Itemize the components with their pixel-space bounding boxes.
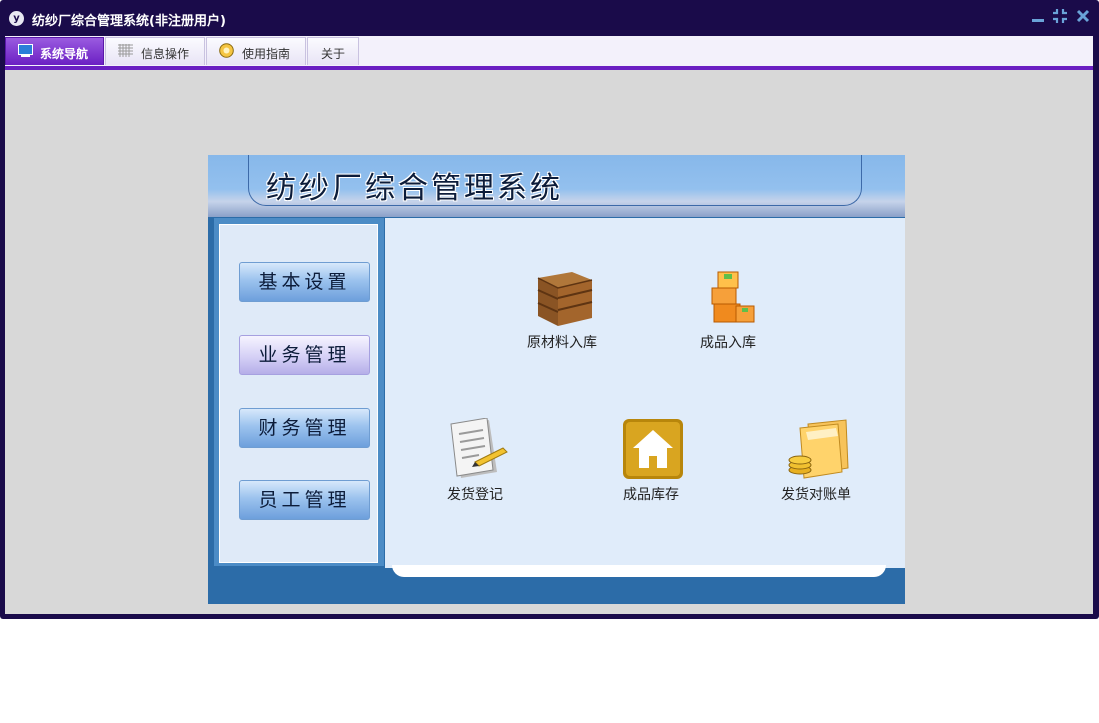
tab-user-guide[interactable]: 使用指南 — [206, 37, 306, 65]
sidebar-item-business-management[interactable]: 业务管理 — [239, 335, 370, 375]
close-icon — [1076, 9, 1090, 23]
item-label: 成品库存 — [623, 487, 679, 503]
tab-label: 关于 — [321, 47, 346, 61]
tab-label: 信息操作 — [141, 47, 190, 61]
sidebar: 基本设置 业务管理 财务管理 员工管理 — [214, 218, 384, 566]
grid-icon — [118, 44, 133, 57]
item-label: 发货登记 — [447, 487, 503, 503]
menu-bar: 系统导航 信息操作 使用指南 关于 — [5, 36, 1093, 66]
wooden-crate-icon — [537, 272, 593, 326]
finished-goods-inventory-item[interactable]: 成品库存 — [591, 418, 711, 518]
tab-about[interactable]: 关于 — [307, 37, 359, 65]
monitor-icon — [18, 44, 33, 57]
panel-title: 纺纱厂综合管理系统 — [266, 171, 563, 206]
sidebar-item-basic-settings[interactable]: 基本设置 — [239, 262, 370, 302]
tab-label: 使用指南 — [242, 47, 291, 61]
navigation-panel: 纺纱厂综合管理系统 基本设置 业务管理 财务管理 员工管理 原材料入库 成品入库… — [208, 155, 905, 604]
sidebar-item-staff-management[interactable]: 员工管理 — [239, 480, 370, 520]
finished-goods-inbound-item[interactable]: 成品入库 — [668, 266, 788, 366]
folder-coins-icon — [788, 419, 849, 479]
tab-system-navigation[interactable]: 系统导航 — [5, 37, 104, 65]
restore-icon — [1053, 9, 1067, 23]
raw-material-inbound-item[interactable]: 原材料入库 — [502, 266, 622, 366]
minimize-icon — [1032, 19, 1044, 22]
close-button[interactable] — [1076, 8, 1090, 24]
house-icon — [623, 419, 683, 479]
shipment-registration-item[interactable]: 发货登记 — [415, 418, 535, 518]
window-title: 纺纱厂综合管理系统(非注册用户) — [32, 14, 226, 29]
content-area: 原材料入库 成品入库 发货登记 成品库存 发货对账单 — [385, 218, 905, 568]
sidebar-inner: 基本设置 业务管理 财务管理 员工管理 — [219, 224, 378, 563]
help-icon — [219, 43, 234, 58]
tab-information-operation[interactable]: 信息操作 — [105, 37, 205, 65]
item-label: 发货对账单 — [781, 487, 851, 503]
restore-button[interactable] — [1052, 8, 1067, 24]
app-logo-icon: y — [9, 11, 24, 26]
shipment-statement-item[interactable]: 发货对账单 — [756, 418, 876, 518]
sidebar-item-finance-management[interactable]: 财务管理 — [239, 408, 370, 448]
item-label: 原材料入库 — [527, 335, 597, 351]
item-label: 成品入库 — [700, 335, 756, 351]
notepad-pencil-icon — [450, 418, 508, 478]
title-bar: y 纺纱厂综合管理系统(非注册用户) — [0, 0, 1099, 36]
panel-header: 纺纱厂综合管理系统 — [208, 155, 905, 217]
content-footer-decoration — [392, 565, 886, 577]
stacked-boxes-icon — [711, 271, 755, 323]
tab-label: 系统导航 — [40, 47, 89, 61]
minimize-button[interactable] — [1031, 8, 1045, 24]
